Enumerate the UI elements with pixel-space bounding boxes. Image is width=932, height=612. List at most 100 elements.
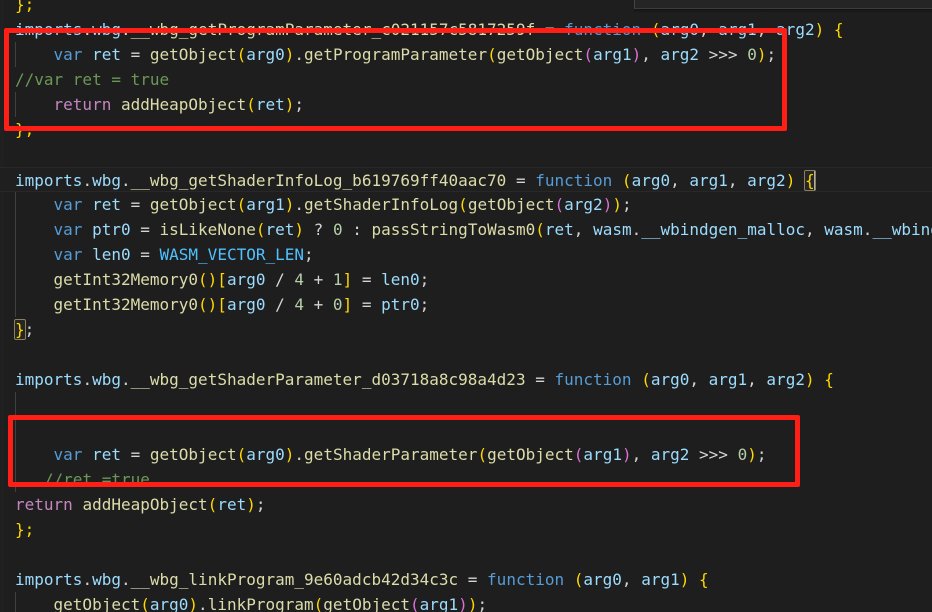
code-token: 0 [747, 45, 757, 64]
code-token: }; [15, 520, 35, 539]
code-line[interactable]: return addHeapObject(ret); [0, 92, 932, 117]
code-token: ; [621, 195, 632, 214]
code-token: , [573, 220, 594, 239]
code-token: , [747, 370, 767, 389]
indent-guide [15, 467, 16, 492]
code-token: = [120, 445, 150, 464]
code-token: getObject [496, 45, 584, 64]
code-token: ( [313, 595, 324, 612]
code-token: , [621, 570, 642, 589]
code-line[interactable]: var ptr0 = isLikeNone(ret) ? 0 : passStr… [0, 217, 932, 242]
code-line[interactable]: }; [0, 517, 932, 542]
code-token: . [82, 370, 93, 389]
indent-guide [15, 192, 16, 217]
code-token: ) [804, 370, 815, 389]
code-line[interactable]: getInt32Memory0()[arg0 / 4 + 1] = len0; [0, 267, 932, 292]
code-token: arg0 [650, 370, 690, 389]
code-token: ( [535, 220, 545, 239]
code-line[interactable]: getObject(arg0).linkProgram(getObject(ar… [0, 592, 932, 612]
code-token: 0 [737, 445, 748, 464]
code-token: ( [477, 445, 488, 464]
indent-guide [15, 242, 16, 267]
code-line[interactable]: imports.wbg.__wbg_getShaderInfoLog_b6197… [0, 167, 932, 192]
code-token: = [130, 245, 160, 264]
code-token: ; [255, 495, 266, 514]
code-line[interactable] [0, 392, 932, 417]
code-token: ret [265, 220, 295, 239]
code-token: >>> [699, 45, 748, 64]
code-token: ret [92, 45, 121, 64]
code-token: ) [621, 445, 632, 464]
code-token: getObject [53, 595, 141, 612]
code-line[interactable] [0, 417, 932, 442]
code-token: function [487, 570, 565, 589]
code-line[interactable]: return addHeapObject(ret); [0, 492, 932, 517]
code-token: = [120, 195, 150, 214]
editor-overlay-widget-shadow [634, 9, 932, 13]
code-editor[interactable]: }; imports.wbg.__wbg_getProgramParameter_… [0, 0, 932, 612]
code-token: }; [15, 120, 35, 139]
code-token: var [53, 195, 83, 214]
code-token: ( [458, 195, 468, 214]
code-token: }; [15, 0, 35, 14]
indent-guide [15, 292, 16, 317]
code-token: wbg [92, 171, 121, 190]
code-line[interactable]: imports.wbg.__wbg_getShaderParameter_d03… [0, 367, 932, 392]
code-token: arg1 [583, 445, 622, 464]
code-text-area[interactable]: }; imports.wbg.__wbg_getProgramParameter_… [0, 0, 932, 612]
code-token: arg2 [747, 171, 786, 190]
code-token: addHeapObject [120, 95, 247, 114]
code-token: . [82, 20, 93, 39]
code-token: getProgramParameter [304, 45, 488, 64]
code-token: wbg [92, 370, 121, 389]
code-token: ) [612, 195, 622, 214]
code-token: return [53, 95, 112, 114]
code-line[interactable] [0, 542, 932, 567]
code-token: __wbg_getShaderInfoLog_b619769ff40aac70 [130, 171, 507, 190]
code-token: ) [284, 95, 295, 114]
code-line[interactable]: //var ret = true [0, 67, 932, 92]
code-token: ) [679, 570, 690, 589]
code-token: __wbindgen_malloc [641, 220, 805, 239]
code-token: arg1 [718, 20, 757, 39]
code-line[interactable]: getInt32Memory0()[arg0 / 4 + 0] = ptr0; [0, 292, 932, 317]
code-token: ptr0 [92, 220, 131, 239]
code-token: ; [477, 595, 488, 612]
code-token: getInt32Memory0 [53, 295, 199, 314]
code-line[interactable] [0, 142, 932, 167]
indent-guide [15, 42, 16, 67]
code-line[interactable]: }; [0, 317, 932, 342]
code-line[interactable]: imports.wbg.__wbg_getProgramParameter_c0… [0, 17, 932, 42]
code-token: { [833, 20, 844, 39]
code-line[interactable]: var len0 = WASM_VECTOR_LEN; [0, 242, 932, 267]
code-token: , [698, 20, 719, 39]
code-token: . [631, 220, 642, 239]
code-line[interactable]: var ret = getObject(arg0).getProgramPara… [0, 42, 932, 67]
code-token: ( [140, 595, 150, 612]
code-line[interactable]: imports.wbg.__wbg_linkProgram_9e60adcb42… [0, 567, 932, 592]
code-token: return [15, 495, 73, 514]
code-line[interactable] [0, 342, 932, 367]
editor-overlay-widget[interactable] [634, 0, 932, 9]
code-token: ( [236, 445, 247, 464]
code-token: getInt32Memory0 [53, 270, 199, 289]
code-token: ret [92, 445, 121, 464]
code-token: / [265, 270, 295, 289]
code-token: arg1 [708, 370, 748, 389]
code-line[interactable]: //ret =true [0, 467, 932, 492]
code-line[interactable]: }; [0, 117, 932, 142]
code-token: arg1 [689, 171, 728, 190]
code-token: . [862, 220, 873, 239]
code-token: getObject [323, 595, 410, 612]
code-line[interactable]: var ret = getObject(arg1).getShaderInfoL… [0, 192, 932, 217]
code-token: addHeapObject [82, 495, 208, 514]
code-line[interactable]: var ret = getObject(arg0).getShaderParam… [0, 442, 932, 467]
